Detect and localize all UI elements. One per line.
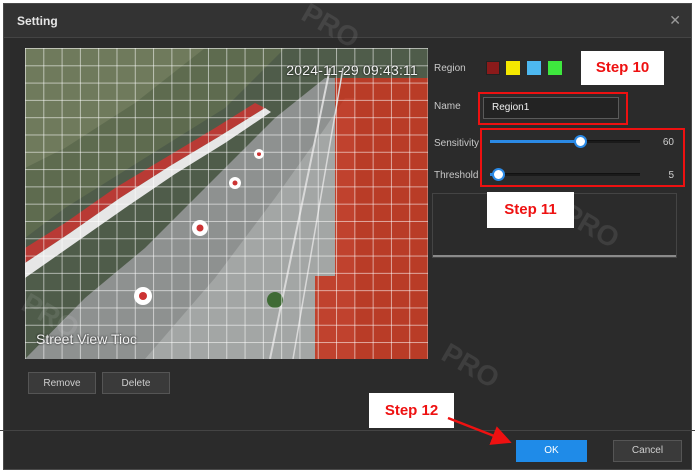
region-color-green[interactable] [548,61,562,75]
sensitivity-label: Sensitivity [434,138,480,149]
threshold-value: 5 [668,170,674,181]
cancel-button[interactable]: Cancel [613,440,682,462]
region-color-yellow[interactable] [506,61,520,75]
region-color-blue[interactable] [527,61,541,75]
step10-label: Step 10 [581,51,664,85]
threshold-track[interactable] [490,173,640,176]
sensitivity-fill [490,140,580,143]
step11-label: Step 11 [487,192,574,228]
delete-button[interactable]: Delete [102,372,170,394]
threshold-label: Threshold [434,170,479,181]
region-color-red[interactable] [486,61,500,75]
step12-label: Step 12 [369,393,454,428]
threshold-slider-handle[interactable] [491,168,505,181]
ok-button[interactable]: OK [516,440,587,462]
osd-timestamp: 2024-11-29 09:43:11 [286,62,418,78]
dialog-title: Setting [17,14,58,28]
region-label: Region [434,63,466,74]
name-label: Name [434,101,461,112]
motion-graph-baseline [433,255,676,257]
remove-button[interactable]: Remove [28,372,96,394]
region-name-input[interactable]: Region1 [483,97,619,119]
title-bar: Setting ✕ [4,4,691,38]
video-preview[interactable]: 2024-11-29 09:43:11 Street View Tioc [25,48,428,359]
region-grid[interactable] [25,48,428,359]
osd-camera-name: Street View Tioc [36,331,137,347]
footer-divider [0,430,695,431]
close-icon[interactable]: ✕ [669,12,681,29]
sensitivity-slider-handle[interactable] [574,135,587,148]
sensitivity-value: 60 [662,137,674,148]
